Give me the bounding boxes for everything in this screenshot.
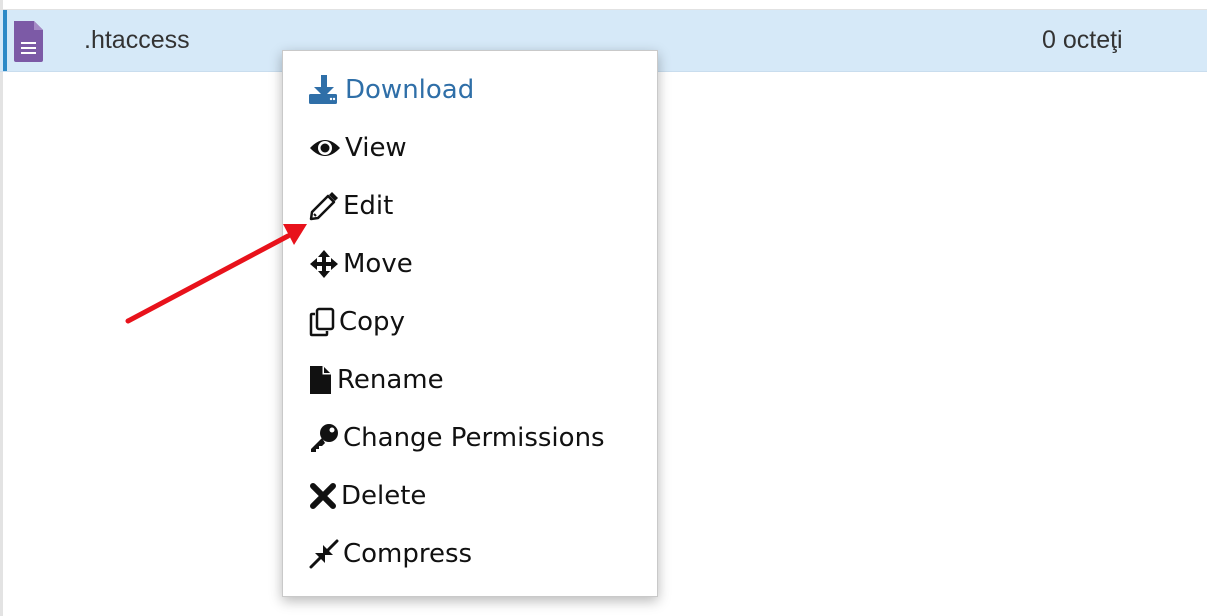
- menu-item-download[interactable]: Download: [309, 70, 474, 110]
- menu-item-copy[interactable]: Copy: [309, 302, 405, 342]
- pencil-icon: [309, 191, 339, 221]
- context-menu: Download View Edit Move Copy Rename Chan…: [282, 50, 658, 597]
- menu-item-label: Edit: [343, 191, 394, 221]
- copy-icon: [309, 307, 335, 337]
- key-icon: [309, 423, 339, 453]
- menu-item-delete[interactable]: Delete: [309, 476, 426, 516]
- download-icon: [309, 75, 341, 105]
- menu-item-edit[interactable]: Edit: [309, 186, 393, 226]
- top-divider: [0, 0, 1207, 10]
- file-size: 0 octeţi: [1042, 26, 1123, 54]
- menu-item-view[interactable]: View: [309, 128, 407, 168]
- eye-icon: [309, 136, 341, 160]
- menu-item-label: Delete: [341, 481, 427, 511]
- menu-item-label: Download: [345, 75, 475, 105]
- compress-icon: [309, 539, 339, 569]
- menu-item-change-permissions[interactable]: Change Permissions: [309, 418, 605, 458]
- menu-item-label: Copy: [339, 307, 405, 337]
- menu-item-rename[interactable]: Rename: [309, 360, 444, 400]
- menu-item-label: Change Permissions: [343, 423, 605, 453]
- file-icon: [309, 365, 333, 395]
- menu-item-move[interactable]: Move: [309, 244, 413, 284]
- menu-item-compress[interactable]: Compress: [309, 534, 472, 574]
- menu-item-label: Move: [343, 249, 413, 279]
- menu-item-label: Compress: [343, 539, 473, 569]
- left-border: [0, 0, 3, 616]
- text-file-icon: [12, 21, 45, 62]
- file-name[interactable]: .htaccess: [84, 26, 190, 55]
- menu-item-label: View: [345, 133, 407, 163]
- menu-item-label: Rename: [337, 365, 444, 395]
- row-selection-accent: [3, 10, 7, 71]
- x-icon: [309, 482, 337, 510]
- move-arrows-icon: [309, 249, 339, 279]
